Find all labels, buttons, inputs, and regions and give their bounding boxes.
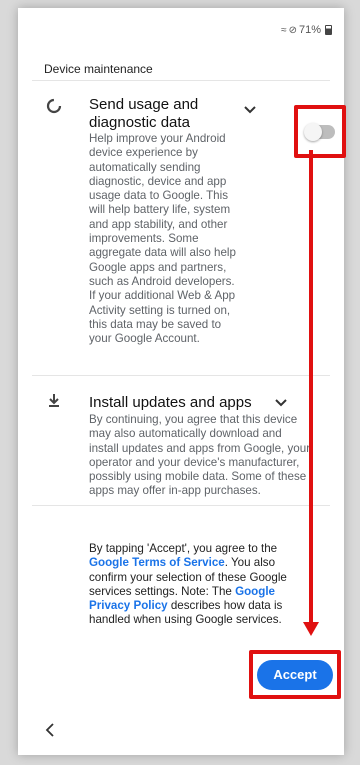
dnd-icon: ⊘: [288, 24, 297, 36]
terms-of-service-link[interactable]: Google Terms of Service: [89, 556, 225, 569]
usage-description: Help improve your Android device experie…: [89, 132, 236, 346]
toggle-highlight: [294, 105, 346, 158]
usage-expand-chevron[interactable]: [241, 101, 259, 119]
back-button[interactable]: [40, 720, 60, 740]
wifi-icon: ≈: [281, 24, 287, 36]
usage-title[interactable]: Send usage and diagnostic data: [89, 96, 198, 132]
section-divider: [32, 505, 330, 506]
section-divider: [32, 375, 330, 376]
updates-title[interactable]: Install updates and apps: [89, 394, 252, 412]
chevron-down-icon: [244, 106, 256, 114]
accept-button[interactable]: Accept: [257, 659, 333, 690]
device-screen: ≈ ⊘ 71% Device maintenance Send usage an…: [18, 8, 346, 755]
download-icon: [44, 390, 64, 410]
annotation-arrow-line: [309, 150, 313, 626]
toggle-knob: [304, 122, 322, 141]
accept-highlight: Accept: [249, 650, 341, 699]
privacy-policy-link-part2[interactable]: Privacy Policy: [89, 599, 168, 612]
usage-toggle[interactable]: [304, 122, 335, 141]
status-bar: ≈ ⊘ 71%: [281, 24, 332, 36]
consent-text: By tapping 'Accept', you agree to the Go…: [89, 542, 287, 627]
annotation-arrow-head: [303, 622, 319, 636]
updates-expand-chevron[interactable]: [272, 394, 290, 412]
header-divider: [32, 80, 330, 81]
back-chevron-icon: [45, 723, 54, 737]
spinner-icon: [44, 96, 64, 116]
page-title: Device maintenance: [44, 62, 153, 76]
privacy-policy-link-part1[interactable]: Google: [235, 585, 275, 598]
battery-icon: [325, 25, 332, 35]
battery-percent: 71%: [298, 24, 321, 36]
chevron-down-icon: [275, 399, 287, 407]
updates-description: By continuing, you agree that this devic…: [89, 413, 311, 498]
